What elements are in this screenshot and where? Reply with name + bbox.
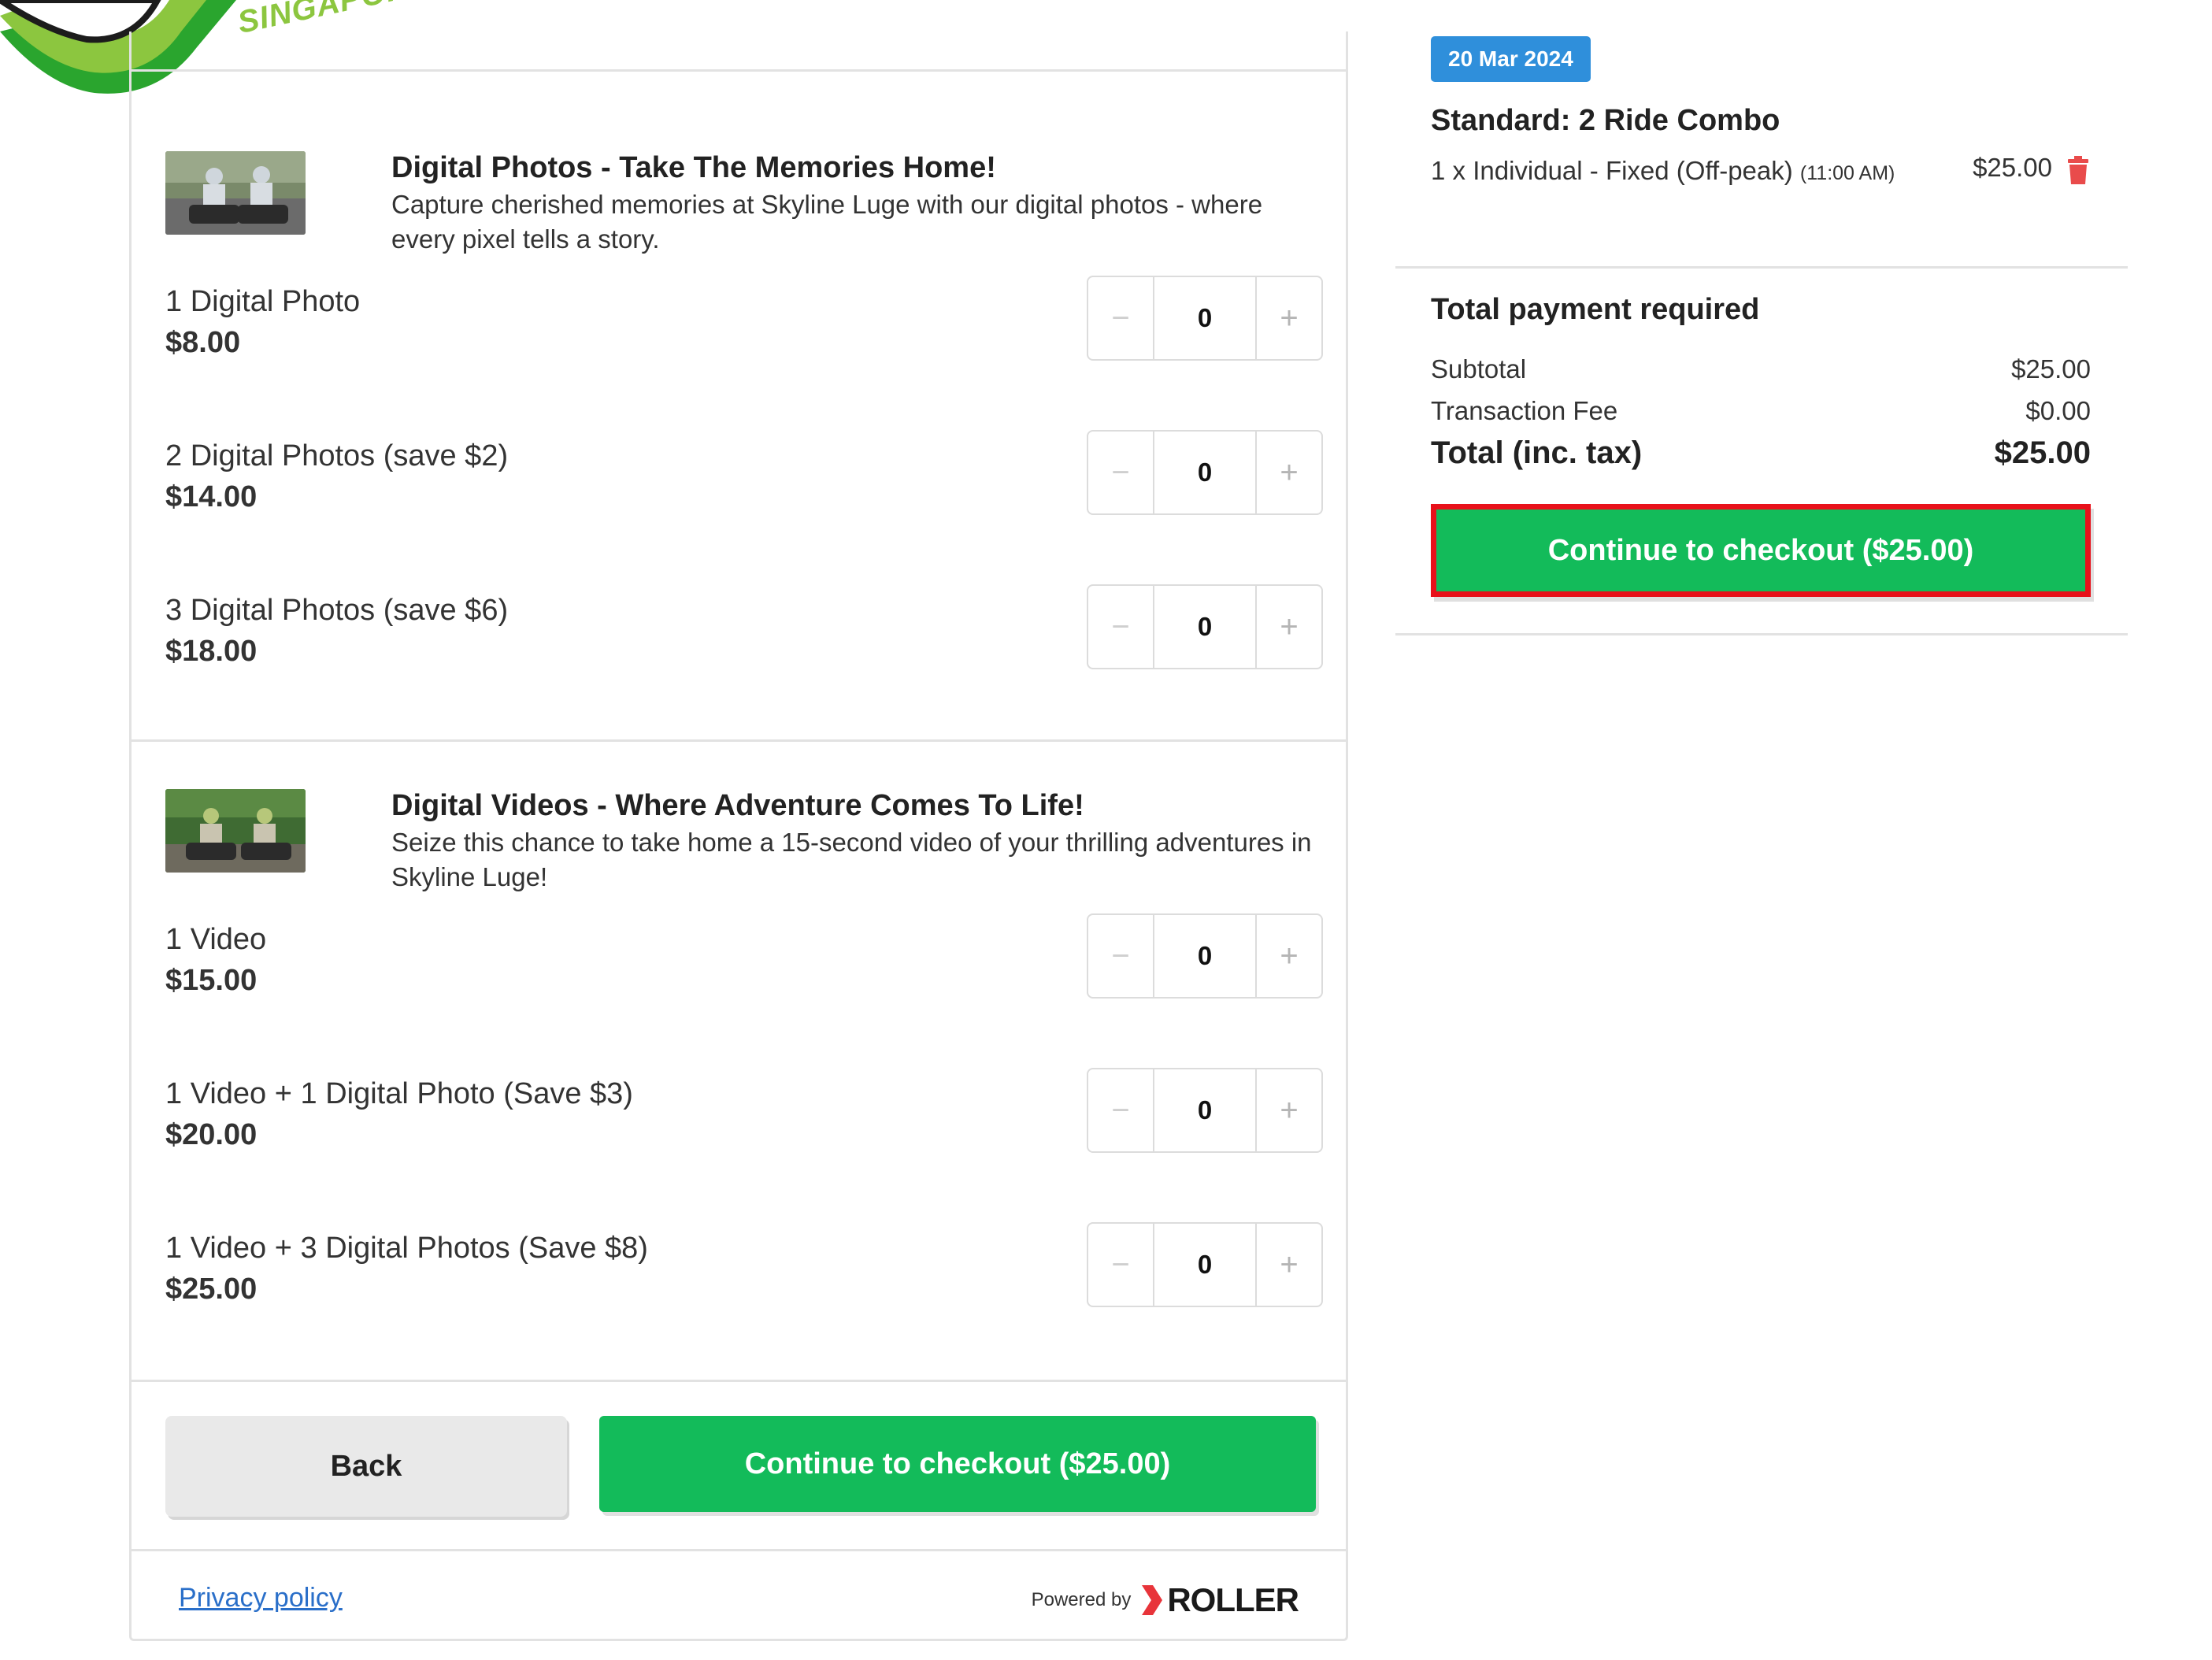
quantity-stepper: − 0 +	[1087, 584, 1323, 669]
increment-button[interactable]: +	[1257, 432, 1321, 513]
decrement-button[interactable]: −	[1088, 1224, 1153, 1306]
section-title: Digital Photos - Take The Memories Home!	[391, 151, 996, 184]
decrement-button[interactable]: −	[1088, 1069, 1153, 1151]
quantity-stepper: − 0 +	[1087, 913, 1323, 999]
quantity-stepper: − 0 +	[1087, 1068, 1323, 1153]
trash-icon[interactable]	[2068, 156, 2088, 184]
section-description: Capture cherished memories at Skyline Lu…	[391, 190, 1263, 254]
item-price: $25.00	[165, 1273, 258, 1306]
roller-wordmark: ROLLER	[1167, 1581, 1299, 1618]
item-name: 1 Video	[165, 923, 267, 956]
quantity-value[interactable]: 0	[1153, 915, 1257, 997]
total-row: Total (inc. tax) $25.00	[1431, 435, 2091, 471]
increment-button[interactable]: +	[1257, 586, 1321, 668]
decrement-button[interactable]: −	[1088, 277, 1153, 359]
videos-thumbnail	[165, 789, 306, 873]
product-title: Standard: 2 Ride Combo	[1431, 104, 1780, 137]
quantity-value[interactable]: 0	[1153, 1224, 1257, 1306]
fee-label: Transaction Fee	[1431, 396, 1618, 425]
cart-line-description: 1 x Individual - Fixed (Off-peak) (11:00…	[1431, 153, 1903, 191]
quantity-value[interactable]: 0	[1153, 586, 1257, 668]
decrement-button[interactable]: −	[1088, 915, 1153, 997]
item-price: $20.00	[165, 1118, 258, 1151]
quantity-stepper: − 0 +	[1087, 276, 1323, 361]
item-price: $14.00	[165, 480, 258, 513]
increment-button[interactable]: +	[1257, 277, 1321, 359]
item-price: $8.00	[165, 326, 241, 359]
addon-item: 1 Video + 1 Digital Photo (Save $3) $20.…	[165, 1068, 1323, 1164]
quantity-value[interactable]: 0	[1153, 432, 1257, 513]
section-description: Seize this chance to take home a 15-seco…	[391, 828, 1312, 891]
increment-button[interactable]: +	[1257, 1069, 1321, 1151]
addon-item: 3 Digital Photos (save $6) $18.00 − 0 +	[165, 584, 1323, 680]
item-price: $18.00	[165, 635, 258, 668]
date-badge: 20 Mar 2024	[1431, 36, 1591, 82]
total-label: Total (inc. tax)	[1431, 435, 1643, 470]
quantity-value[interactable]: 0	[1153, 1069, 1257, 1151]
decrement-button[interactable]: −	[1088, 586, 1153, 668]
item-name: 1 Digital Photo	[165, 285, 361, 318]
divider	[1395, 266, 2128, 269]
addons-card: Digital Photos - Take The Memories Home!…	[129, 31, 1348, 1641]
addon-item: 2 Digital Photos (save $2) $14.00 − 0 +	[165, 430, 1323, 526]
total-value: $25.00	[1994, 435, 2091, 470]
decrement-button[interactable]: −	[1088, 432, 1153, 513]
footer: Privacy policy Powered by ROLLER	[132, 1551, 1346, 1641]
item-name: 1 Video + 3 Digital Photos (Save $8)	[165, 1232, 648, 1265]
subtotal-row: Subtotal $25.00	[1431, 354, 2091, 384]
roller-logo-icon	[1142, 1585, 1163, 1615]
section-digital-videos: Digital Videos - Where Adventure Comes T…	[132, 742, 1346, 1382]
quantity-value[interactable]: 0	[1153, 277, 1257, 359]
addon-item: 1 Digital Photo $8.00 − 0 +	[165, 276, 1323, 372]
powered-by-label: Powered by	[1031, 1589, 1132, 1610]
back-button[interactable]: Back	[165, 1416, 567, 1517]
cart-line-price: $25.00	[1973, 153, 2052, 182]
quantity-stepper: − 0 +	[1087, 430, 1323, 515]
item-name: 2 Digital Photos (save $2)	[165, 439, 509, 472]
payment-title: Total payment required	[1431, 293, 1760, 326]
powered-by[interactable]: Powered by ROLLER	[1032, 1581, 1299, 1619]
addon-item: 1 Video $15.00 − 0 +	[165, 913, 1323, 1010]
addon-item: 1 Video + 3 Digital Photos (Save $8) $25…	[165, 1222, 1323, 1318]
quantity-stepper: − 0 +	[1087, 1222, 1323, 1307]
action-bar: Back Continue to checkout ($25.00)	[132, 1382, 1346, 1551]
subtotal-value: $25.00	[2011, 354, 2091, 384]
fee-value: $0.00	[2025, 396, 2091, 425]
continue-to-checkout-button[interactable]: Continue to checkout ($25.00)	[599, 1416, 1316, 1512]
divider	[1395, 633, 2128, 635]
section-digital-photos: Digital Photos - Take The Memories Home!…	[132, 72, 1346, 742]
transaction-fee-row: Transaction Fee $0.00	[1431, 396, 2091, 426]
increment-button[interactable]: +	[1257, 915, 1321, 997]
summary-checkout-button[interactable]: Continue to checkout ($25.00)	[1431, 504, 2091, 597]
item-price: $15.00	[165, 964, 258, 997]
photos-thumbnail	[165, 151, 306, 235]
cart-line-label: 1 x Individual - Fixed (Off-peak)	[1431, 156, 1793, 185]
subtotal-label: Subtotal	[1431, 354, 1527, 384]
section-title: Digital Videos - Where Adventure Comes T…	[391, 789, 1084, 822]
item-name: 3 Digital Photos (save $6)	[165, 594, 509, 627]
privacy-policy-link[interactable]: Privacy policy	[179, 1583, 343, 1614]
item-name: 1 Video + 1 Digital Photo (Save $3)	[165, 1077, 633, 1110]
cart-line-time: (11:00 AM)	[1799, 162, 1895, 184]
increment-button[interactable]: +	[1257, 1224, 1321, 1306]
